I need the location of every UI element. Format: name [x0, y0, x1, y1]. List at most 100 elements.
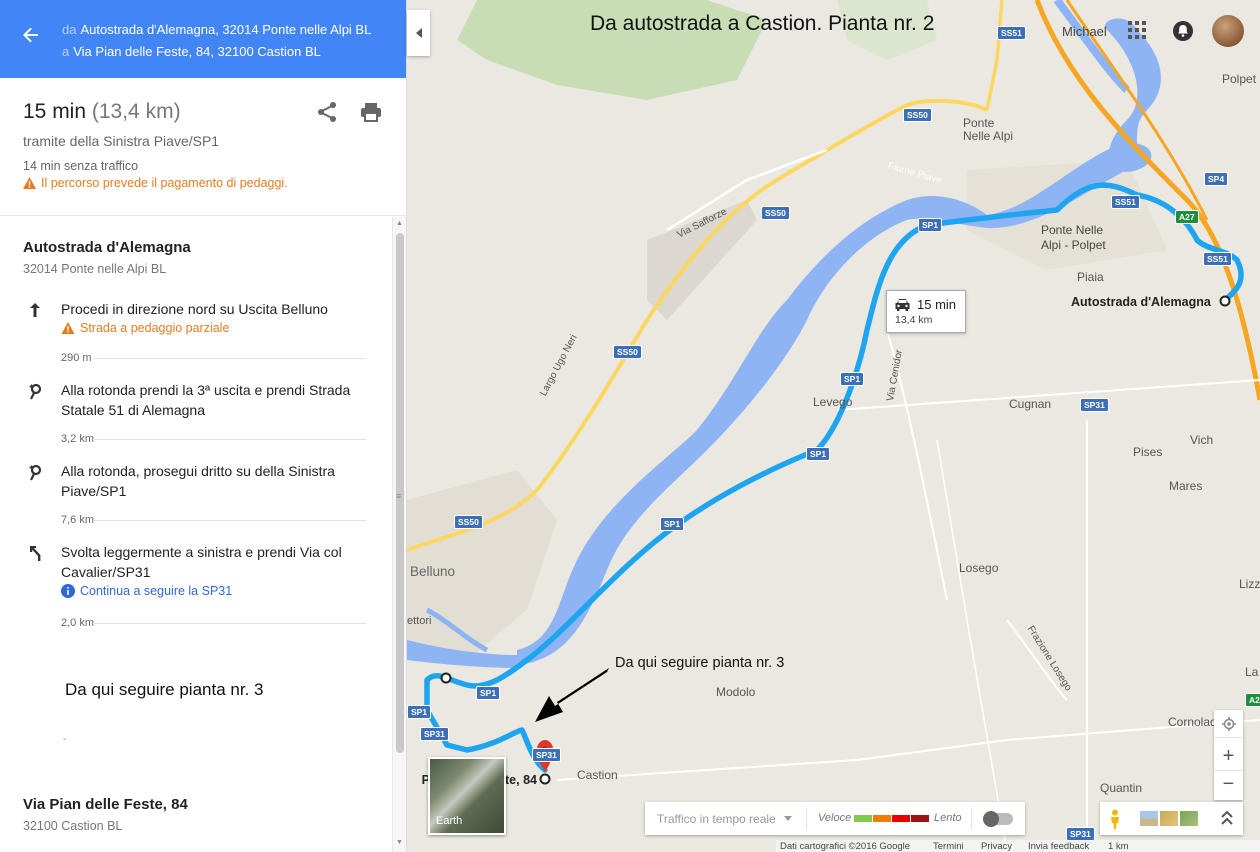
- share-icon: [318, 102, 336, 122]
- roundabout-icon: [29, 464, 42, 481]
- scroll-down-arrow-icon[interactable]: ▼: [396, 839, 403, 846]
- annotation-note: Da qui seguire pianta nr. 3: [65, 680, 264, 699]
- divider: [971, 807, 972, 830]
- step-instruction: Procedi in direzione nord su Uscita Bell…: [61, 301, 328, 317]
- notifications-icon[interactable]: [1172, 20, 1194, 42]
- step-distance: 3,2 km: [61, 433, 95, 445]
- route-distance: (13,4 km): [91, 100, 181, 123]
- route-from[interactable]: da Autostrada d'Alemagna, 32014 Ponte nel…: [62, 22, 371, 37]
- scroll-up-arrow-icon[interactable]: ▲: [396, 220, 403, 227]
- place-label: Quantin: [1100, 781, 1143, 795]
- print-button[interactable]: [359, 100, 383, 124]
- step-note-text: Continua a seguire la SP31: [80, 584, 233, 598]
- zoom-in-button[interactable]: +: [1214, 742, 1243, 770]
- step-instruction: Alla rotonda, prosegui dritto su della S…: [61, 463, 335, 499]
- place-label: Pises: [1133, 445, 1163, 459]
- legend-swatch: [892, 815, 910, 822]
- road-shield: A27: [1175, 210, 1199, 224]
- road-shield: SP1: [806, 447, 831, 461]
- arrow-back-icon: [23, 27, 38, 43]
- place-label: Cugnan: [1009, 397, 1052, 411]
- road-shield: SP1: [918, 218, 943, 232]
- map-title: Da autostrada a Castion. Pianta nr. 2: [590, 12, 935, 35]
- avatar[interactable]: [1212, 15, 1244, 47]
- collapse-panel-button[interactable]: [407, 10, 430, 56]
- layer-thumbnail[interactable]: [1180, 811, 1198, 826]
- road-shield: SP31: [1066, 827, 1095, 841]
- place-label: Castion: [577, 768, 618, 782]
- annotation-arrow: [535, 668, 609, 722]
- my-location-button[interactable]: [1214, 710, 1243, 738]
- user-name[interactable]: Michael: [1062, 24, 1107, 39]
- map-annotation-note: Da qui seguire pianta nr. 3: [615, 655, 785, 671]
- step-note-text: Strada a pedaggio parziale: [80, 321, 230, 335]
- place-label: Lizz: [1239, 577, 1260, 591]
- back-button[interactable]: [16, 20, 46, 50]
- destination-title: Via Pian delle Feste, 84: [23, 796, 188, 813]
- layer-thumbnail[interactable]: [1160, 811, 1178, 826]
- crosshair-icon: [1221, 716, 1236, 731]
- chevron-left-icon: [415, 28, 422, 38]
- road-minor: [556, 719, 1260, 781]
- legend-swatch: [873, 815, 891, 822]
- place-label: La: [1245, 665, 1259, 679]
- route-header: da Autostrada d'Alemagna, 32014 Ponte nel…: [0, 0, 406, 78]
- terms-link[interactable]: Termini: [933, 841, 964, 852]
- info-icon: [61, 584, 75, 598]
- duration-text: 15 min: [23, 100, 87, 123]
- chevron-down-icon[interactable]: [784, 816, 792, 821]
- road-shield: SP31: [532, 748, 561, 762]
- earth-view-toggle[interactable]: Earth: [428, 757, 506, 835]
- share-button[interactable]: [315, 100, 339, 124]
- city-label: Belluno: [410, 564, 456, 579]
- place-label: Levego: [813, 395, 853, 409]
- toll-warning: Il percorso prevede il pagamento di peda…: [23, 176, 288, 190]
- pegman-icon[interactable]: [1108, 809, 1122, 829]
- road-shield: SP31: [1080, 398, 1109, 412]
- step-divider: [93, 623, 366, 624]
- step-note: Strada a pedaggio parziale: [61, 321, 229, 335]
- place-label: ettori: [407, 615, 432, 627]
- map-canvas[interactable]: Polpet Ponte Nelle Alpi Ponte Nelle Alpi…: [407, 0, 1260, 852]
- road-shield: SP1: [476, 686, 501, 700]
- legend-swatch: [854, 815, 872, 822]
- place-label: Ponte Nelle Alpi - Polpet: [1041, 223, 1106, 252]
- step-distance: 290 m: [61, 352, 92, 364]
- feedback-link[interactable]: Invia feedback: [1028, 841, 1089, 852]
- traffic-toggle[interactable]: [983, 811, 1013, 827]
- route-to[interactable]: a Via Pian delle Feste, 84, 32100 Castion…: [62, 44, 321, 59]
- layer-thumbnail[interactable]: [1140, 811, 1158, 826]
- place-label: Polpet: [1222, 72, 1257, 86]
- step-instruction: Alla rotonda prendi la 3ª uscita e prend…: [61, 382, 351, 418]
- road-shield: SP31: [420, 727, 449, 741]
- warning-icon: [61, 322, 75, 334]
- callout-distance: 13,4 km: [895, 314, 933, 326]
- place-label: Modolo: [716, 685, 756, 699]
- zoom-out-button[interactable]: −: [1214, 770, 1243, 798]
- privacy-link[interactable]: Privacy: [981, 841, 1012, 852]
- expand-icon[interactable]: [1220, 810, 1234, 826]
- destination-marker-dot: [539, 773, 551, 785]
- car-icon: [895, 299, 910, 311]
- route-via: tramite della Sinistra Piave/SP1: [23, 133, 220, 149]
- road-shield: SS51: [1203, 252, 1232, 266]
- earth-label: Earth: [436, 815, 463, 827]
- road-shield: SP1: [840, 372, 865, 386]
- from-prefix: da: [62, 22, 77, 37]
- traffic-select[interactable]: Traffico in tempo reale: [657, 812, 776, 826]
- directions-steps: Autostrada d'Alemagna 32014 Ponte nelle …: [0, 217, 392, 852]
- road-ss51: [985, 0, 1004, 111]
- duration-callout[interactable]: 15 min 13,4 km: [886, 290, 966, 333]
- no-traffic-time: 14 min senza traffico: [23, 159, 139, 173]
- panel-scrollbar[interactable]: ▲ ≡ ▼: [392, 217, 406, 852]
- road-shield: SS50: [613, 345, 642, 359]
- callout-duration: 15 min: [917, 297, 957, 312]
- step-distance: 2,0 km: [61, 617, 95, 629]
- road-shield: A27: [1245, 693, 1260, 707]
- legend-fast: Veloce: [818, 812, 852, 824]
- origin-label: Autostrada d'Alemagna: [1071, 295, 1211, 309]
- from-address: Autostrada d'Alemagna, 32014 Ponte nelle…: [80, 22, 372, 37]
- slight-left-icon: [30, 546, 41, 561]
- apps-grid-icon[interactable]: [1128, 21, 1146, 39]
- road-shield: SP1: [660, 517, 685, 531]
